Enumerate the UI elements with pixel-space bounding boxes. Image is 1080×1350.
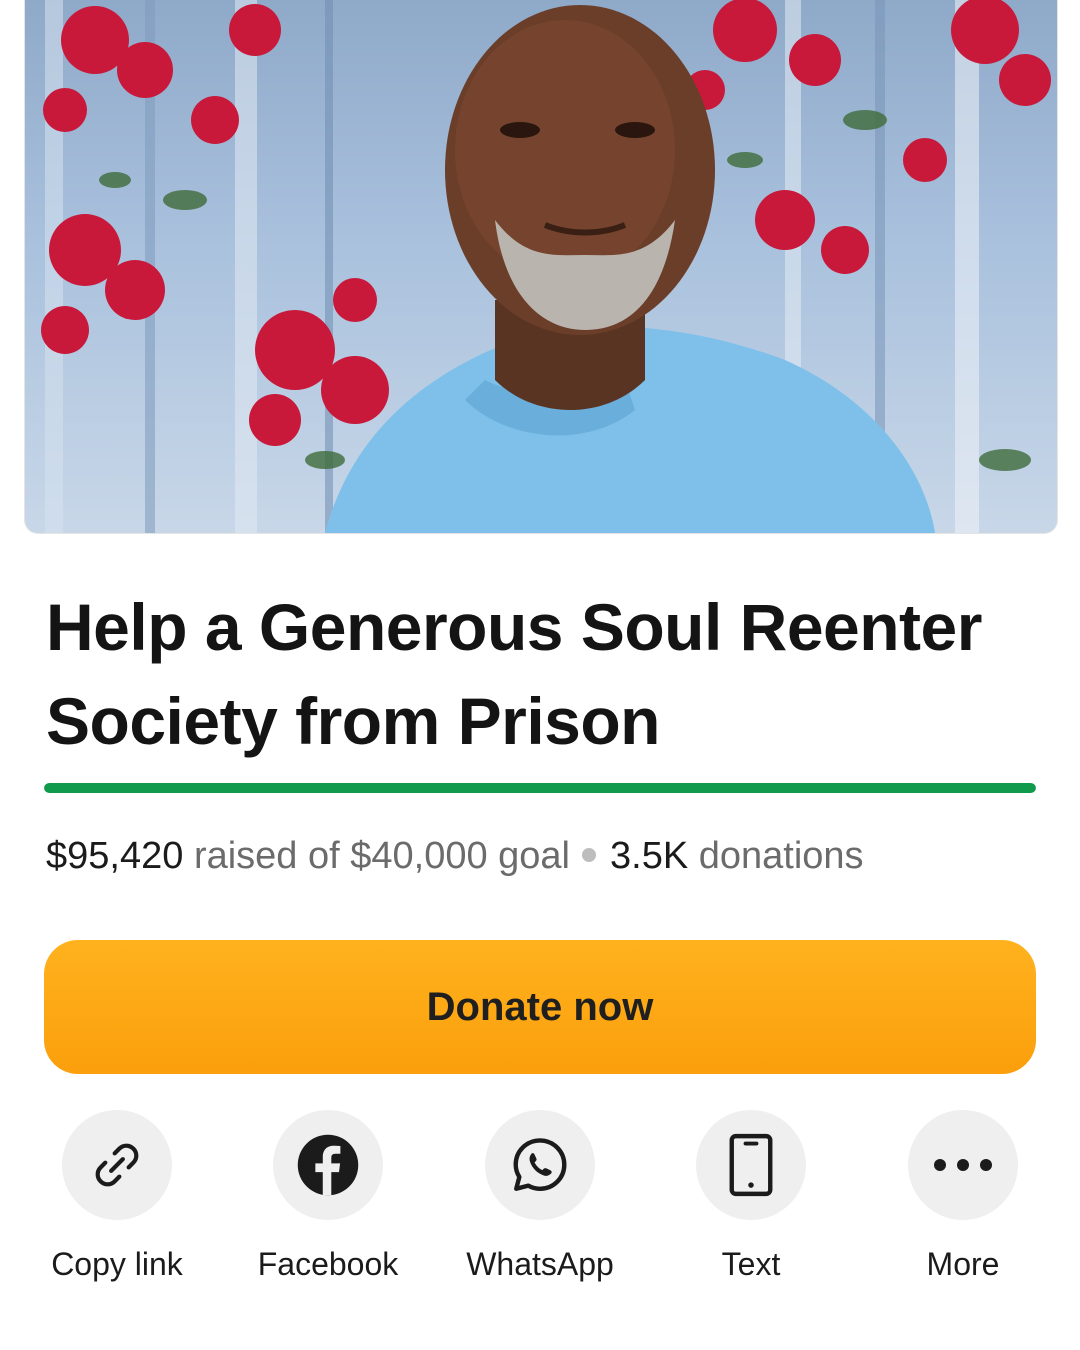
share-text[interactable]: Text xyxy=(666,1110,836,1284)
campaign-photo xyxy=(24,0,1058,534)
progress-bar xyxy=(44,783,1036,793)
goal-text: raised of $40,000 goal xyxy=(193,835,571,877)
share-copy-link[interactable]: Copy link xyxy=(32,1110,202,1284)
share-label: Facebook xyxy=(257,1246,399,1282)
whatsapp-icon-circle[interactable] xyxy=(485,1110,595,1220)
more-icon-circle[interactable] xyxy=(908,1110,1018,1220)
link-icon xyxy=(95,1143,139,1187)
separator-dot xyxy=(582,847,597,862)
share-more[interactable]: More xyxy=(878,1110,1048,1284)
facebook-icon-circle[interactable] xyxy=(273,1110,383,1220)
share-whatsapp[interactable]: WhatsApp xyxy=(455,1110,625,1284)
share-label: Copy link xyxy=(51,1246,183,1282)
share-label: Text xyxy=(721,1246,781,1282)
more-icon xyxy=(934,1159,992,1171)
donation-count: 3.5K xyxy=(610,835,689,877)
share-label: WhatsApp xyxy=(466,1246,614,1282)
amount-raised: $95,420 xyxy=(46,835,184,877)
phone-icon xyxy=(729,1133,773,1197)
fundraiser-page: Help a Generous Soul Reenter Society fro… xyxy=(0,0,1080,1350)
campaign-photo-illustration xyxy=(41,0,1051,533)
facebook-icon xyxy=(297,1134,359,1196)
funding-stats: $95,420 raised of $40,000 goal 3.5K donat… xyxy=(46,830,864,882)
donate-now-button[interactable]: Donate now xyxy=(44,940,1036,1074)
share-label: More xyxy=(926,1246,1000,1282)
share-facebook[interactable]: Facebook xyxy=(243,1110,413,1284)
copy-link-icon-circle[interactable] xyxy=(62,1110,172,1220)
progress-bar-fill xyxy=(44,783,1036,793)
donation-label: donations xyxy=(698,835,864,877)
whatsapp-icon xyxy=(513,1138,567,1191)
campaign-title: Help a Generous Soul Reenter Society fro… xyxy=(46,590,982,758)
text-icon-circle[interactable] xyxy=(696,1110,806,1220)
